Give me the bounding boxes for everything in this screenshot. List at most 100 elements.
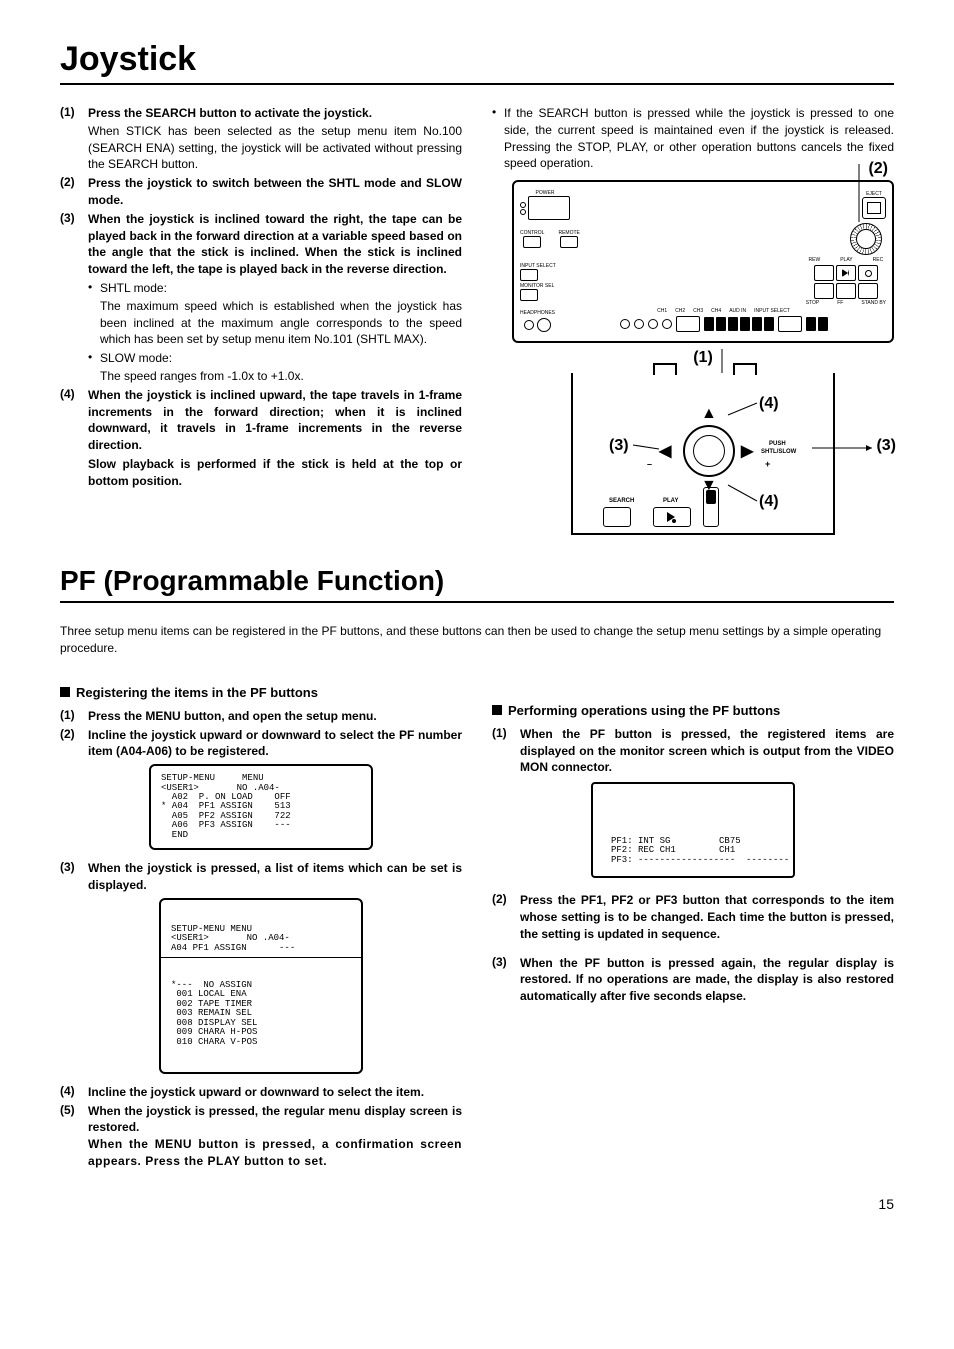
setup-menu-screenshot-2: SETUP-MENU MENU <USER1> NO .A04- A04 PF1… [159,898,363,1074]
setup-menu-bottom: *--- NO ASSIGN 001 LOCAL ENA 002 TAPE TI… [161,977,361,1053]
tape-dial [850,223,882,255]
arrow-right-icon: ▶ [741,441,753,461]
search-button-icon [603,507,631,527]
joystick-dial [683,425,735,477]
slot [778,316,802,332]
pf-left-col: Registering the items in the PF buttons … [60,671,462,1172]
joystick-step-2: (2) Press the joystick to switch between… [60,175,462,209]
pf-step-5: (5) When the joystick is pressed, the re… [60,1103,462,1170]
play-button-icon [653,507,691,527]
label-stop: STOP [806,301,820,306]
step-number: (1) [492,726,520,776]
step-head: Press the PF1, PF2 or PF3 button that co… [520,892,894,942]
vtr-panel: POWER EJECT [512,180,894,343]
label-ff: FF [837,301,843,306]
label-rec: REC [873,258,884,263]
pf-left-head: Registering the items in the PF buttons [60,685,462,700]
joystick-step-4: (4) When the joystick is inclined upward… [60,387,462,490]
pf-right-head-text: Performing operations using the PF butto… [508,703,780,718]
bullet-title: SLOW mode: [100,351,172,365]
step-head: Press the joystick to switch between the… [88,175,462,209]
arrow-left-icon: ◀ [659,441,671,461]
step-number: (1) [60,105,88,173]
power-flap [528,196,570,220]
step-number: (4) [60,1084,88,1101]
pf-monitor-screenshot: PF1: INT SG CB75 PF2: REC CH1 CH1 PF3: -… [591,782,795,878]
step-number: (3) [492,955,520,1005]
square-bullet-icon [492,705,502,715]
label-play: PLAY [663,498,678,504]
step-number: (3) [60,211,88,385]
step-head: Press the MENU button, and open the setu… [88,708,462,725]
pf-step-3: (3) When the joystick is pressed, a list… [60,860,462,894]
knob-row-2 [806,317,828,331]
label-search: SEARCH [609,498,634,504]
pf-columns: Registering the items in the PF buttons … [60,671,894,1172]
label-ch2: CH2 [675,309,685,314]
callout-3-right: (3) [876,437,896,455]
callout-4-bot: (4) [759,493,779,511]
arrow-up-icon: ▲ [701,405,717,423]
step-head: When the joystick is pressed, the regula… [88,1103,462,1137]
pf-op-1: (1) When the PF button is pressed, the r… [492,726,894,776]
bullet-text: The speed ranges from -1.0x to +1.0x. [88,368,462,385]
pf-step-2: (2) Incline the joystick upward or downw… [60,727,462,761]
joystick-closeup: ▲ ▼ ◀ ▶ (4) (3) (4) PUSH SHTL/SLOW SEARC… [571,373,835,535]
pf-right-head: Performing operations using the PF butto… [492,703,894,718]
step-head: When the joystick is inclined toward the… [88,211,462,278]
callout-2: (2) [868,160,888,178]
label-shtl-slow: SHTL/SLOW [761,449,796,455]
pf-step-4: (4) Incline the joystick upward or downw… [60,1084,462,1101]
label-control: CONTROL [520,231,544,236]
label-headphones: HEADPHONES [520,311,555,316]
joystick-note-text: If the SEARCH button is pressed while th… [504,105,894,172]
label-play: PLAY [840,258,852,263]
pf-op-3: (3) When the PF button is pressed again,… [492,955,894,1005]
label-push: PUSH [769,441,786,448]
plug-row [620,319,672,329]
step-head: Incline the joystick upward or downward … [88,727,462,761]
step-head: Incline the joystick upward or downward … [88,1084,462,1101]
label-standby: STAND BY [861,301,886,306]
step-number: (1) [60,708,88,725]
pf-intro: Three setup menu items can be registered… [60,623,894,657]
setup-menu-screenshot-1: SETUP-MENU MENU <USER1> NO .A04- A02 P. … [149,764,373,850]
knob-row [704,317,774,331]
callout-3-left: (3) [609,437,629,455]
pf-step-1: (1) Press the MENU button, and open the … [60,708,462,725]
step-sub: When STICK has been selected as the setu… [88,123,462,173]
rule [60,601,894,603]
step-head-2: When the MENU button is pressed, a confi… [88,1136,462,1170]
pf-heading: PF (Programmable Function) [60,565,894,597]
label-input-select: INPUT SELECT [520,264,556,269]
callout-4-top: (4) [759,395,779,413]
step-number: (5) [60,1103,88,1170]
leader-line-1 [721,349,723,373]
joystick-left-col: (1) Press the SEARCH button to activate … [60,105,462,535]
label-remote: REMOTE [558,231,579,236]
rule [60,83,894,85]
label-rew: REW [809,258,821,263]
step-head: Press the SEARCH button to activate the … [88,105,462,122]
bullet-slow: • SLOW mode: [88,350,462,367]
joystick-step-3: (3) When the joystick is inclined toward… [60,211,462,385]
transport-buttons-bot [814,283,878,299]
page-number: 15 [60,1196,894,1212]
setup-menu-top: SETUP-MENU MENU <USER1> NO .A04- A04 PF1… [161,919,361,958]
joystick-heading: Joystick [60,40,894,79]
callout-1-below: (1) [512,349,894,367]
slot [676,316,700,332]
label-ch1: CH1 [657,309,667,314]
step-number: (2) [492,892,520,942]
square-bullet-icon [60,687,70,697]
joystick-columns: (1) Press the SEARCH button to activate … [60,105,894,535]
step-number: (4) [60,387,88,490]
pf-monitor-text: PF1: INT SG CB75 PF2: REC CH1 CH1 PF3: -… [611,837,789,867]
label-ch3: CH3 [693,309,703,314]
label-input-select-2: INPUT SELECT [754,309,790,314]
bullet-text: The maximum speed which is established w… [88,298,462,348]
step-number: (3) [60,860,88,894]
pf-left-head-text: Registering the items in the PF buttons [76,685,318,700]
step-head: When the PF button is pressed, the regis… [520,726,894,776]
label-minus: – [647,459,652,469]
